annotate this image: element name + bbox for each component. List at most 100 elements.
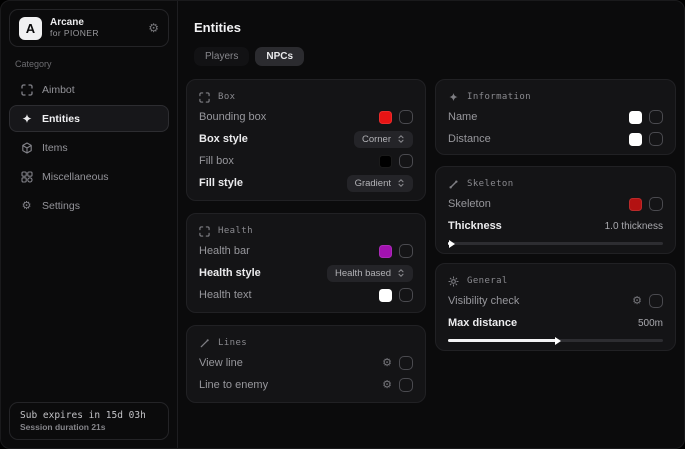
sidebar-item-label: Items [42, 142, 68, 154]
subscription-info: Sub expires in 15d 03h Session duration … [9, 402, 169, 440]
setting-row: Box style Corner [199, 131, 413, 147]
setting-row: Line to enemy ⚙ [199, 377, 413, 393]
sparkle-icon [448, 92, 459, 103]
box-style-dropdown[interactable]: Corner [354, 131, 413, 148]
card-title: Lines [218, 338, 247, 348]
setting-label: Fill style [199, 177, 243, 189]
setting-row: Distance [448, 131, 663, 147]
color-swatch[interactable] [629, 111, 642, 124]
checkbox[interactable] [399, 244, 413, 258]
puzzle-icon [20, 171, 33, 183]
app-window: A Arcane for PIONER ⚙ Category Aimbot En… [0, 0, 685, 449]
checkbox[interactable] [399, 356, 413, 370]
setting-row: Fill box [199, 153, 413, 169]
health-style-dropdown[interactable]: Health based [327, 265, 413, 282]
tab-bar: Players NPCs [194, 47, 304, 66]
sidebar-item-label: Entities [42, 113, 80, 125]
sidebar: A Arcane for PIONER ⚙ Category Aimbot En… [1, 1, 178, 448]
chevron-updown-icon [397, 134, 405, 144]
max-distance-value: 500m [638, 318, 663, 329]
setting-label: Thickness [448, 220, 502, 232]
color-swatch[interactable] [379, 289, 392, 302]
dropdown-value: Corner [362, 134, 391, 145]
checkbox[interactable] [649, 294, 663, 308]
card-title: Health [218, 226, 253, 236]
slider-handle[interactable] [449, 240, 455, 248]
setting-row: Fill style Gradient [199, 175, 413, 191]
slider-handle[interactable] [555, 337, 561, 345]
setting-label: Line to enemy [199, 379, 268, 391]
setting-row: Bounding box [199, 109, 413, 125]
thickness-value: 1.0 thickness [605, 221, 663, 232]
thickness-slider[interactable] [448, 238, 663, 248]
checkbox[interactable] [399, 154, 413, 168]
color-swatch[interactable] [379, 245, 392, 258]
setting-label: Skeleton [448, 198, 491, 210]
left-column: Box Bounding box Box style Corner [186, 79, 426, 415]
bone-icon [448, 179, 459, 190]
color-swatch[interactable] [379, 111, 392, 124]
sidebar-item-label: Aimbot [42, 84, 75, 96]
sidebar-item-label: Miscellaneous [42, 171, 109, 183]
tab-npcs[interactable]: NPCs [255, 47, 304, 66]
card-title: Skeleton [467, 179, 514, 189]
card-general: General Visibility check ⚙ Max distance … [435, 263, 676, 351]
fill-style-dropdown[interactable]: Gradient [347, 175, 413, 192]
gear-icon[interactable]: ⚙ [382, 358, 392, 369]
sub-expiry-text: Sub expires in 15d 03h [20, 410, 158, 421]
gear-icon: ⚙ [20, 199, 33, 212]
color-swatch[interactable] [629, 133, 642, 146]
sun-icon [448, 276, 459, 287]
setting-label: Max distance [448, 317, 517, 329]
sidebar-item-miscellaneous[interactable]: Miscellaneous [9, 163, 169, 190]
dropdown-value: Health based [335, 268, 391, 279]
gear-icon[interactable]: ⚙ [632, 296, 642, 307]
setting-row: Visibility check ⚙ [448, 293, 663, 309]
setting-label: Name [448, 111, 477, 123]
max-distance-slider[interactable] [448, 335, 663, 345]
card-health: Health Health bar Health style Health ba… [186, 213, 426, 313]
setting-row: Health text [199, 287, 413, 303]
sidebar-item-items[interactable]: Items [9, 134, 169, 161]
card-box: Box Bounding box Box style Corner [186, 79, 426, 201]
sparkle-icon [20, 113, 33, 125]
sidebar-item-label: Settings [42, 200, 80, 212]
checkbox[interactable] [399, 378, 413, 392]
slider-track [448, 242, 663, 245]
dropdown-value: Gradient [355, 178, 391, 189]
checkbox[interactable] [399, 288, 413, 302]
checkbox[interactable] [649, 132, 663, 146]
card-skeleton: Skeleton Skeleton Thickness 1.0 thicknes… [435, 166, 676, 254]
setting-label: Visibility check [448, 295, 519, 307]
setting-label: Bounding box [199, 111, 266, 123]
sidebar-item-settings[interactable]: ⚙ Settings [9, 192, 169, 219]
setting-row: Max distance 500m [448, 315, 663, 331]
setting-label: View line [199, 357, 243, 369]
checkbox[interactable] [649, 110, 663, 124]
tab-players[interactable]: Players [194, 47, 249, 66]
setting-label: Fill box [199, 155, 234, 167]
diagonal-line-icon [199, 338, 210, 349]
corners-icon [199, 226, 210, 237]
setting-label: Distance [448, 133, 491, 145]
setting-label: Health bar [199, 245, 250, 257]
gear-icon[interactable]: ⚙ [148, 21, 159, 35]
sidebar-item-aimbot[interactable]: Aimbot [9, 76, 169, 103]
setting-label: Box style [199, 133, 248, 145]
sidebar-item-entities[interactable]: Entities [9, 105, 169, 132]
card-title: Information [467, 92, 531, 102]
card-title: Box [218, 92, 235, 102]
checkbox[interactable] [649, 197, 663, 211]
app-subtitle: for PIONER [50, 29, 99, 39]
color-swatch[interactable] [629, 198, 642, 211]
setting-row: Name [448, 109, 663, 125]
category-label: Category [15, 59, 163, 69]
app-logo: A [19, 17, 42, 40]
setting-label: Health style [199, 267, 261, 279]
gear-icon[interactable]: ⚙ [382, 380, 392, 391]
setting-row: Health style Health based [199, 265, 413, 281]
checkbox[interactable] [399, 110, 413, 124]
card-lines: Lines View line ⚙ Line to enemy ⚙ [186, 325, 426, 403]
card-information: Information Name Distance [435, 79, 676, 155]
color-swatch[interactable] [379, 155, 392, 168]
